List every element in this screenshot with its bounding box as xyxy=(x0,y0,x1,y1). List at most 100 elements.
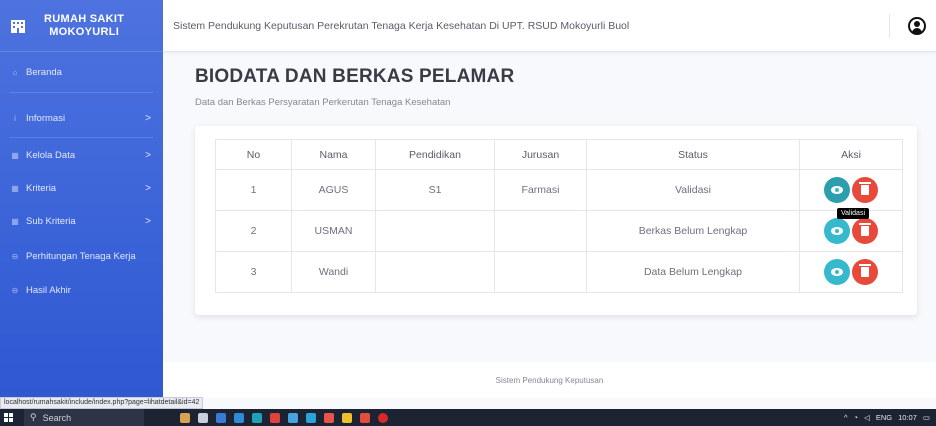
car-icon: ⊖ xyxy=(11,251,19,261)
network-icon[interactable]: ◔ xyxy=(854,413,859,422)
cell-pendidikan xyxy=(375,210,495,252)
file-explorer-icon[interactable] xyxy=(216,412,226,423)
brand-name: RUMAH SAKIT MOKOYURLI xyxy=(44,13,124,39)
sidebar-item-label: Informasi xyxy=(26,112,66,124)
applicant-table: No Nama Pendidikan Jurusan Status Aksi 1… xyxy=(215,139,903,293)
delete-button[interactable] xyxy=(852,259,878,285)
sidebar-item-kelola-data[interactable]: ▦ Kelola Data > xyxy=(0,145,163,165)
table-icon: ▦ xyxy=(11,183,19,193)
taskbar-search-label: Search xyxy=(42,412,72,423)
cell-jurusan: Farmasi xyxy=(494,169,587,211)
car-icon: ⊖ xyxy=(11,285,19,295)
trash-icon xyxy=(859,223,871,236)
cell-no: 1 xyxy=(215,169,292,211)
app-icon[interactable] xyxy=(342,412,352,423)
page-title: BIODATA DAN BERKAS PELAMAR xyxy=(195,66,515,87)
info-icon: i xyxy=(14,113,16,123)
topbar-divider xyxy=(889,14,890,38)
cell-no: 2 xyxy=(215,210,292,252)
sidebar-item-beranda[interactable]: ⌂ Beranda xyxy=(0,62,163,82)
eye-icon xyxy=(831,227,843,235)
trash-icon xyxy=(859,264,871,277)
sidebar-item-perhitungan[interactable]: ⊖ Perhitungan Tenaga Kerja xyxy=(0,246,163,266)
app-icon[interactable] xyxy=(270,412,280,423)
cell-pendidikan xyxy=(375,251,495,293)
cell-aksi xyxy=(799,251,903,293)
footer: Sistem Pendukung Keputusan xyxy=(163,362,936,398)
cell-jurusan xyxy=(494,210,587,252)
footer-text: Sistem Pendukung Keputusan xyxy=(495,375,604,385)
task-view-icon[interactable] xyxy=(198,412,208,423)
cell-status: Validasi xyxy=(586,169,800,211)
chevron-up-icon[interactable]: ^ xyxy=(844,413,848,422)
mail-icon[interactable] xyxy=(234,412,244,423)
opera-icon[interactable] xyxy=(378,412,388,423)
sidebar: RUMAH SAKIT MOKOYURLI ⌂ Beranda i Inform… xyxy=(0,0,163,398)
page-subtitle: Data dan Berkas Persyaratan Perkerutan T… xyxy=(195,97,451,108)
column-header-no: No xyxy=(215,139,292,170)
app-icon[interactable] xyxy=(306,412,316,423)
tray-clock[interactable]: 10:07 xyxy=(898,413,917,422)
cell-pendidikan: S1 xyxy=(375,169,495,211)
taskbar: ⚲ Search ^ ◔ ◁ ENG 10:07 ▭ xyxy=(0,409,936,426)
sidebar-item-label: Kelola Data xyxy=(26,149,76,161)
applicant-card: No Nama Pendidikan Jurusan Status Aksi 1… xyxy=(195,126,917,315)
app-icon[interactable] xyxy=(324,412,334,423)
taskbar-apps xyxy=(176,412,392,423)
table-icon: ▦ xyxy=(11,150,19,160)
cell-aksi xyxy=(799,169,903,211)
sidebar-item-informasi[interactable]: i Informasi > xyxy=(0,108,163,128)
delete-button[interactable] xyxy=(852,218,878,244)
tooltip: Validasi xyxy=(837,208,869,219)
column-header-nama: Nama xyxy=(291,139,376,170)
sidebar-item-label: Beranda xyxy=(26,66,62,78)
volume-icon[interactable]: ◁ xyxy=(864,413,870,422)
brand-line-1: RUMAH SAKIT xyxy=(44,12,125,25)
column-header-status: Status xyxy=(586,139,800,170)
chrome-icon[interactable] xyxy=(360,412,370,423)
app-icon[interactable] xyxy=(288,412,298,423)
eye-icon xyxy=(831,268,843,276)
notification-icon[interactable]: ▭ xyxy=(923,413,930,422)
brand-line-2: MOKOYURLI xyxy=(49,25,120,38)
cell-no: 3 xyxy=(215,251,292,293)
eye-icon xyxy=(831,186,843,194)
view-button[interactable] xyxy=(824,259,850,285)
table-header-row: No Nama Pendidikan Jurusan Status Aksi xyxy=(215,139,903,170)
sidebar-divider xyxy=(10,92,153,93)
browser-status-url: localhost/rumahsakit/include/index.php?p… xyxy=(0,397,204,409)
home-icon: ⌂ xyxy=(12,67,18,77)
sidebar-divider xyxy=(10,137,153,138)
edge-icon[interactable] xyxy=(252,412,262,423)
table-row: 2 USMAN Berkas Belum Lengkap xyxy=(215,210,903,252)
sidebar-item-label: Sub Kriteria xyxy=(26,215,76,227)
windows-start-icon[interactable] xyxy=(0,409,16,426)
hospital-icon xyxy=(10,18,26,34)
view-button[interactable] xyxy=(824,218,850,244)
sidebar-item-kriteria[interactable]: ▦ Kriteria > xyxy=(0,178,163,198)
cell-nama: AGUS xyxy=(291,169,376,211)
column-header-pendidikan: Pendidikan xyxy=(375,139,495,170)
sidebar-item-hasil-akhir[interactable]: ⊖ Hasil Akhir xyxy=(0,280,163,300)
tray-language[interactable]: ENG xyxy=(876,413,892,422)
delete-button[interactable] xyxy=(852,177,878,203)
cell-nama: USMAN xyxy=(291,210,376,252)
sidebar-item-label: Kriteria xyxy=(26,182,57,194)
brand[interactable]: RUMAH SAKIT MOKOYURLI xyxy=(0,0,163,52)
weather-icon[interactable] xyxy=(180,412,190,423)
cell-nama: Wandi xyxy=(291,251,376,293)
table-row: 3 Wandi Data Belum Lengkap xyxy=(215,251,903,293)
view-button[interactable] xyxy=(824,177,850,203)
column-header-aksi: Aksi xyxy=(799,139,903,170)
sidebar-item-sub-kriteria[interactable]: ▦ Sub Kriteria > xyxy=(0,211,163,231)
cell-jurusan xyxy=(494,251,587,293)
chevron-right-icon: > xyxy=(145,215,151,227)
chevron-right-icon: > xyxy=(145,182,151,194)
user-profile-icon[interactable] xyxy=(908,17,926,35)
taskbar-search-input[interactable]: ⚲ Search xyxy=(24,409,144,426)
system-tray: ^ ◔ ◁ ENG 10:07 ▭ xyxy=(844,409,930,426)
sidebar-item-label: Hasil Akhir xyxy=(26,284,71,296)
column-header-jurusan: Jurusan xyxy=(494,139,587,170)
table-icon: ▦ xyxy=(11,216,19,226)
cell-status: Berkas Belum Lengkap xyxy=(586,210,800,252)
